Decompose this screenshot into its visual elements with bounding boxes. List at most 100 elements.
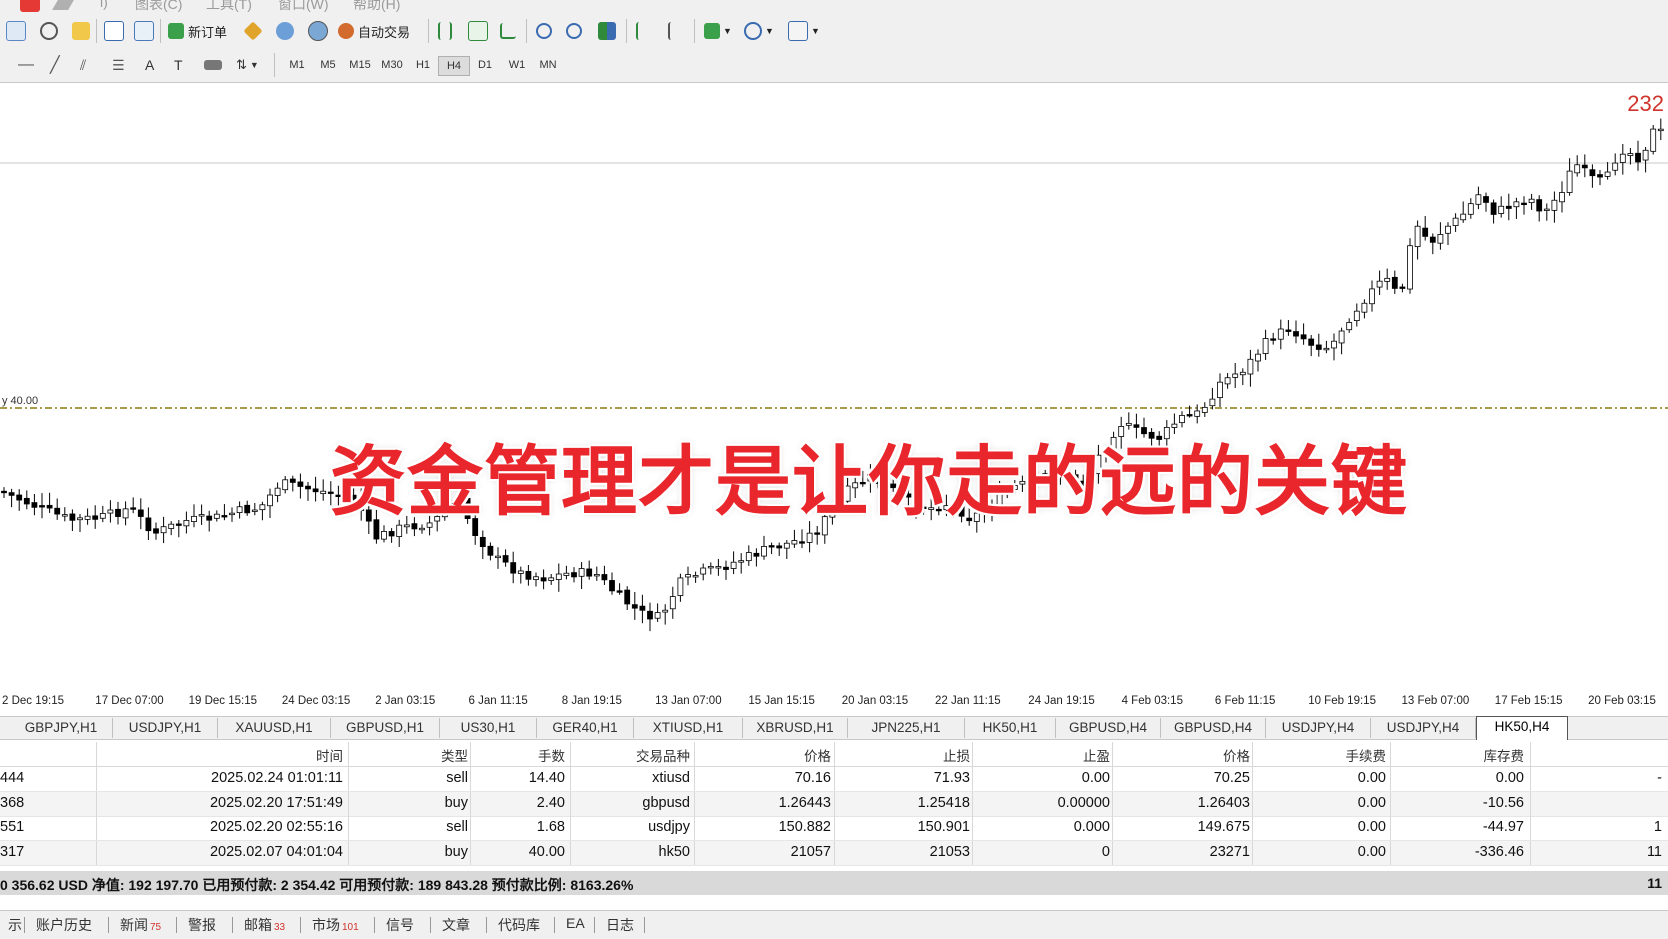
terminal-tab[interactable]: 文章: [442, 915, 470, 935]
col-header-swap[interactable]: 库存费: [1484, 745, 1525, 765]
time-axis-tick: 2 Dec 19:15: [2, 695, 65, 707]
timeframe-m1[interactable]: M1: [282, 56, 312, 74]
candle-body: [39, 505, 45, 508]
table-row[interactable]: 317 2025.02.07 04:01:04 buy 40.00 hk50 21057 2…: [0, 840, 1668, 866]
chart-tab[interactable]: US30,H1: [440, 718, 537, 738]
market-button[interactable]: [243, 20, 263, 42]
chart-tab[interactable]: USDJPY,H1: [113, 718, 218, 738]
tile-windows-button[interactable]: [598, 20, 616, 42]
terminal-tab[interactable]: 代码库: [498, 915, 540, 935]
zoom-in-button[interactable]: [536, 20, 552, 42]
chart-tab[interactable]: HK50,H4: [1476, 716, 1568, 740]
signals-button[interactable]: [276, 20, 294, 42]
col-header-price[interactable]: 价格: [804, 745, 831, 765]
zoom-out-icon: [566, 23, 582, 39]
chart-tab[interactable]: GER40,H1: [537, 718, 634, 738]
arrows-button[interactable]: ⇅ ▼: [236, 54, 259, 76]
chart-tab[interactable]: JPN225,H1: [848, 718, 965, 738]
col-header-sl[interactable]: 止损: [943, 745, 970, 765]
crosshair-button[interactable]: [40, 20, 58, 42]
timeframe-w1[interactable]: W1: [502, 56, 532, 74]
chart-tab[interactable]: XTIUSD,H1: [634, 718, 743, 738]
chart-tab[interactable]: XBRUSD,H1: [743, 718, 848, 738]
chart-tab[interactable]: XAUUSD,H1: [218, 718, 331, 738]
indicators-button[interactable]: ▼: [704, 20, 732, 42]
terminal-tab[interactable]: 示: [8, 915, 22, 935]
menu-item-tools[interactable]: 工具(T): [206, 0, 252, 14]
col-header-commission[interactable]: 手续费: [1346, 745, 1387, 765]
vps-button[interactable]: [308, 20, 328, 42]
menu-item-window[interactable]: 窗口(W): [278, 0, 329, 14]
chart-shift-button[interactable]: [668, 20, 682, 42]
data-window-button[interactable]: [134, 20, 154, 42]
bar-chart-button[interactable]: [438, 20, 452, 42]
horizontal-line-button[interactable]: —: [18, 54, 34, 76]
terminal-tab[interactable]: EA: [566, 915, 585, 931]
timeframe-mn[interactable]: MN: [533, 56, 563, 74]
candle-chart-button[interactable]: [468, 20, 488, 42]
text-button[interactable]: A: [145, 54, 154, 76]
terminal-tab[interactable]: 日志: [606, 915, 634, 935]
table-row[interactable]: 551 2025.02.20 02:55:16 sell 1.68 usdjpy 150.…: [0, 816, 1668, 841]
timeframe-d1[interactable]: D1: [470, 56, 500, 74]
periods-button[interactable]: ▼: [744, 20, 774, 42]
row-open-price: 21057: [790, 843, 831, 860]
col-header-lots[interactable]: 手数: [538, 745, 565, 765]
chart-tab[interactable]: USDJPY,H4: [1371, 718, 1476, 738]
zoom-out-button[interactable]: [566, 20, 582, 42]
chart-tab[interactable]: GBPUSD,H4: [1161, 718, 1266, 738]
auto-trade-button[interactable]: 自动交易: [338, 20, 410, 42]
col-header-tp[interactable]: 止盈: [1083, 745, 1110, 765]
col-header-symbol[interactable]: 交易品种: [636, 745, 690, 765]
col-header-time[interactable]: 时间: [316, 745, 343, 765]
templates-button[interactable]: ▼: [788, 20, 820, 42]
fibonacci-button[interactable]: ☰: [112, 54, 125, 76]
timeframe-m15[interactable]: M15: [345, 56, 375, 74]
timeframe-m30[interactable]: M30: [377, 56, 407, 74]
trendline-button[interactable]: ╱: [50, 54, 60, 76]
chart-tab[interactable]: GBPJPY,H1: [10, 718, 113, 738]
autoscroll-button[interactable]: [636, 20, 650, 42]
candle-body: [1467, 203, 1474, 215]
candle-body: [1308, 338, 1315, 346]
candle-body: [631, 604, 638, 609]
favorites-button[interactable]: [72, 20, 90, 42]
line-chart-button[interactable]: [500, 20, 516, 42]
price-chart[interactable]: 232 y 40.00: [0, 83, 1668, 693]
candle-body: [578, 568, 585, 577]
terminal-tab[interactable]: 新闻 75: [120, 915, 161, 935]
chart-tab[interactable]: USDJPY,H4: [1266, 718, 1371, 738]
col-header-current-price[interactable]: 价格: [1223, 745, 1250, 765]
timeframe-h4[interactable]: H4: [438, 56, 470, 76]
terminal-tab[interactable]: 市场 101: [312, 915, 359, 935]
terminal-tab[interactable]: 账户历史: [36, 915, 92, 935]
account-summary-text: 0 356.62 USD 净值: 192 197.70 已用预付款: 2 354…: [0, 877, 634, 893]
candle-body: [723, 566, 729, 570]
timeframe-h1[interactable]: H1: [408, 56, 438, 74]
candle-body: [1581, 164, 1588, 169]
new-order-icon: [168, 23, 184, 39]
text-label-button[interactable]: T: [174, 54, 183, 76]
col-header-type[interactable]: 类型: [441, 745, 468, 765]
terminal-tab[interactable]: 信号: [386, 915, 414, 935]
chart-tab[interactable]: GBPUSD,H1: [331, 718, 440, 738]
candle-body: [1429, 236, 1436, 243]
time-axis-tick: 2 Jan 03:15: [375, 695, 436, 707]
terminal-tab[interactable]: 邮箱 33: [244, 915, 285, 935]
table-row[interactable]: 444 2025.02.24 01:01:11 sell 14.40 xtiusd 70.…: [0, 767, 1668, 792]
navigator-button[interactable]: [104, 20, 124, 42]
candle-body: [1619, 153, 1626, 163]
time-axis-tick: 15 Jan 15:15: [748, 695, 815, 707]
menu-item-charts[interactable]: 图表(C): [135, 0, 182, 14]
menu-item-help[interactable]: 帮助(H): [353, 0, 400, 14]
new-chart-button[interactable]: [6, 20, 26, 42]
equidistant-channel-button[interactable]: ⫽: [80, 54, 86, 76]
terminal-tab[interactable]: 警报: [188, 915, 216, 935]
chart-tab[interactable]: GBPUSD,H4: [1056, 718, 1161, 738]
shapes-button[interactable]: [204, 54, 222, 76]
new-order-button[interactable]: 新订单: [168, 20, 227, 42]
chart-tab[interactable]: HK50,H1: [965, 718, 1056, 738]
menu-item-insert[interactable]: i): [100, 0, 108, 10]
table-row[interactable]: 368 2025.02.20 17:51:49 buy 2.40 gbpusd 1.264…: [0, 791, 1668, 817]
timeframe-m5[interactable]: M5: [313, 56, 343, 74]
